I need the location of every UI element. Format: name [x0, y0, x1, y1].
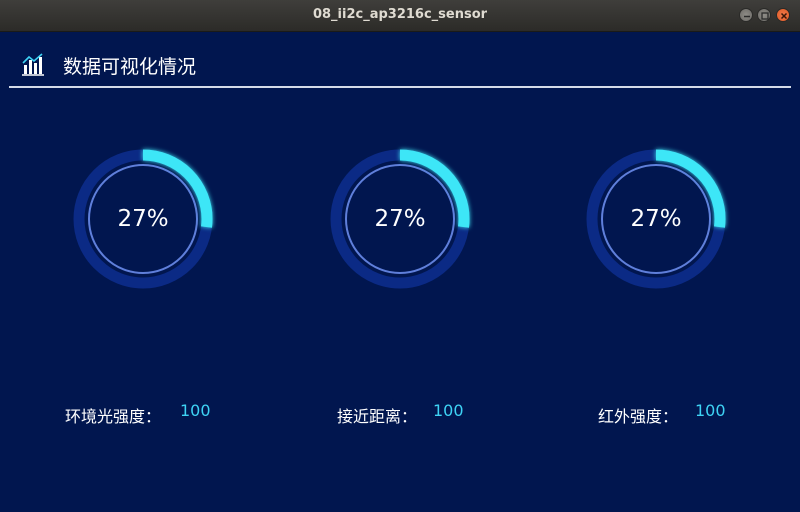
- reading-label: 环境光强度：: [65, 407, 162, 426]
- reading-label: 红外强度：: [598, 407, 679, 426]
- maximize-button[interactable]: [757, 8, 771, 22]
- gauge-percent-label: 27%: [117, 206, 169, 232]
- chart-icon: [22, 53, 44, 76]
- header-divider: [9, 86, 791, 88]
- app-window: 08_ii2c_ap3216c_sensor 数据可视化情况 27% 27% 2…: [0, 0, 800, 512]
- gauge-percent-label: 27%: [374, 206, 426, 232]
- window-title: 08_ii2c_ap3216c_sensor: [312, 7, 488, 22]
- close-button[interactable]: [776, 8, 790, 22]
- close-icon: [780, 12, 788, 20]
- gauge-percent-label: 27%: [630, 206, 682, 232]
- gauge-proximity: 27%: [325, 144, 475, 294]
- reading-value: 100: [180, 401, 211, 420]
- minimize-button[interactable]: [739, 8, 753, 22]
- minimize-icon: [744, 15, 750, 18]
- gauge-ambient-light: 27%: [68, 144, 218, 294]
- reading-value: 100: [433, 401, 464, 420]
- reading-label: 接近距离：: [337, 407, 418, 426]
- gauge-infrared: 27%: [581, 144, 731, 294]
- title-bar[interactable]: 08_ii2c_ap3216c_sensor: [0, 0, 800, 32]
- reading-value: 100: [695, 401, 726, 420]
- page-title: 数据可视化情况: [63, 56, 197, 78]
- maximize-icon: [761, 12, 769, 20]
